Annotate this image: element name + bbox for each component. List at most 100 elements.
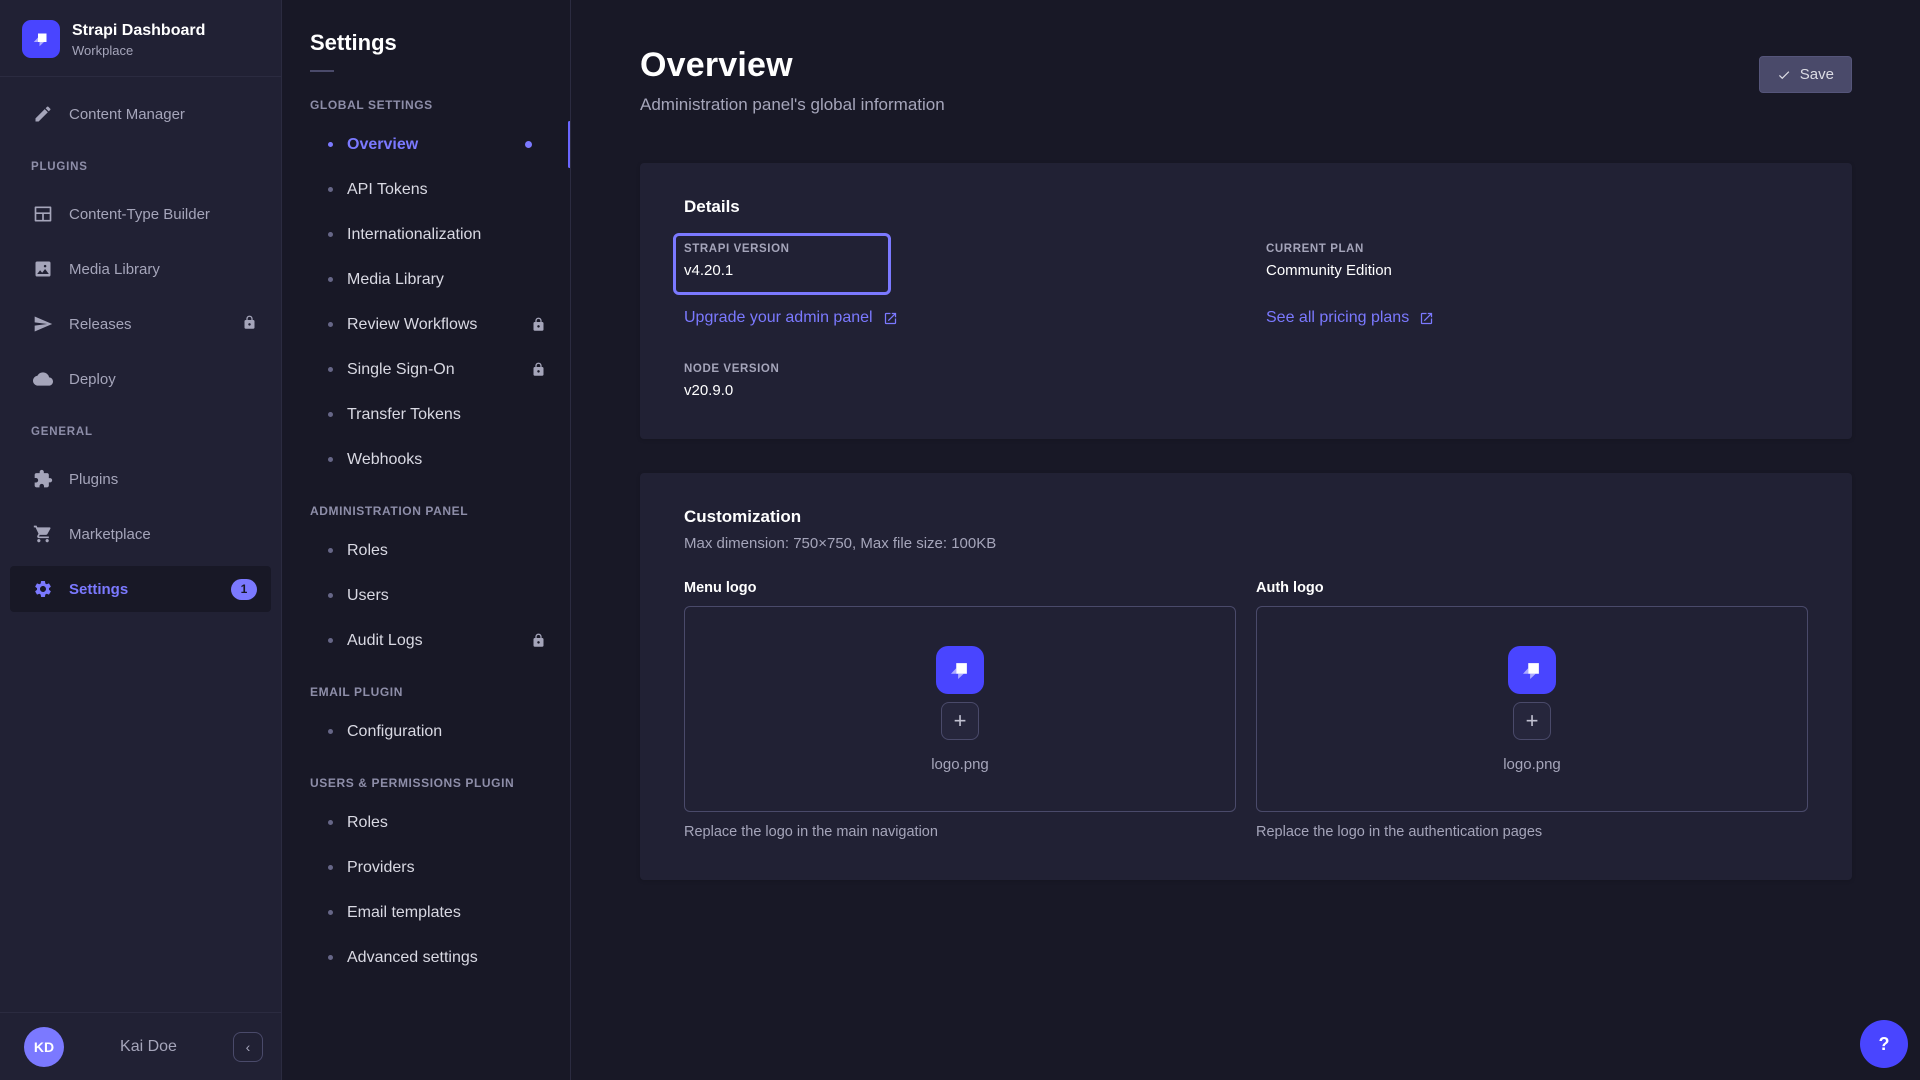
bullet-icon bbox=[328, 322, 333, 327]
sidebar-item-label: Content Manager bbox=[69, 106, 185, 123]
strapi-version-value: v4.20.1 bbox=[684, 262, 790, 279]
add-logo-button[interactable]: + bbox=[941, 702, 979, 740]
subnav-item-label: Review Workflows bbox=[347, 316, 477, 334]
subnav-item-single-sign-on[interactable]: Single Sign-On bbox=[282, 347, 570, 392]
sidebar-section-general: GENERAL bbox=[0, 426, 281, 438]
subnav-item-label: Email templates bbox=[347, 904, 461, 922]
subnav-item-review-workflows[interactable]: Review Workflows bbox=[282, 302, 570, 347]
menu-logo-section: Menu logo + logo.png Replace the logo bbox=[684, 580, 1236, 840]
details-left-column: STRAPI VERSION v4.20.1 Upgrade your admi… bbox=[684, 243, 1226, 399]
bullet-icon bbox=[328, 457, 333, 462]
bullet-icon bbox=[328, 232, 333, 237]
current-plan-value: Community Edition bbox=[1266, 262, 1392, 279]
subnav-item-providers[interactable]: Providers bbox=[282, 845, 570, 890]
subnav-item-roles[interactable]: Roles bbox=[282, 528, 570, 573]
customization-constraints: Max dimension: 750×750, Max file size: 1… bbox=[684, 535, 1808, 552]
sidebar-item-label: Content-Type Builder bbox=[69, 206, 210, 223]
sidebar-item-deploy[interactable]: Deploy bbox=[0, 356, 281, 402]
brand-text: Strapi Dashboard Workplace bbox=[72, 21, 205, 58]
user-name: Kai Doe bbox=[78, 1038, 219, 1056]
subnav-item-audit-logs[interactable]: Audit Logs bbox=[282, 618, 570, 663]
subnav-item-up-roles[interactable]: Roles bbox=[282, 800, 570, 845]
auth-logo-filename: logo.png bbox=[1503, 756, 1561, 773]
collapse-sidebar-button[interactable]: ‹ bbox=[233, 1032, 263, 1062]
pricing-plans-link[interactable]: See all pricing plans bbox=[1266, 309, 1434, 327]
app-nav: Content Manager PLUGINS Content-Type Bui… bbox=[0, 77, 281, 621]
subnav-item-label: Configuration bbox=[347, 723, 442, 741]
page-subtitle: Administration panel's global informatio… bbox=[640, 95, 945, 115]
sidebar-item-label: Deploy bbox=[69, 371, 116, 388]
bullet-icon bbox=[328, 367, 333, 372]
bullet-icon bbox=[328, 548, 333, 553]
details-right-column: CURRENT PLAN Community Edition See all p… bbox=[1266, 243, 1808, 399]
bullet-icon bbox=[328, 820, 333, 825]
details-heading: Details bbox=[684, 197, 1808, 217]
sidebar-item-label: Media Library bbox=[69, 261, 160, 278]
sidebar-item-plugins[interactable]: Plugins bbox=[0, 456, 281, 502]
external-link-icon bbox=[1419, 311, 1434, 326]
sidebar-item-settings[interactable]: Settings 1 bbox=[10, 566, 271, 612]
save-button[interactable]: Save bbox=[1759, 56, 1852, 93]
bullet-icon bbox=[328, 955, 333, 960]
check-icon bbox=[1777, 68, 1791, 82]
sidebar-item-releases[interactable]: Releases bbox=[0, 301, 281, 347]
subnav-item-transfer-tokens[interactable]: Transfer Tokens bbox=[282, 392, 570, 437]
gear-icon bbox=[33, 579, 53, 599]
current-plan-label: CURRENT PLAN bbox=[1266, 243, 1392, 255]
pricing-link-label: See all pricing plans bbox=[1266, 309, 1409, 327]
page-title: Overview bbox=[640, 46, 945, 85]
sidebar-section-plugins: PLUGINS bbox=[0, 161, 281, 173]
subnav-item-configuration[interactable]: Configuration bbox=[282, 709, 570, 754]
strapi-logo-icon bbox=[1508, 646, 1556, 694]
subnav-item-label: Providers bbox=[347, 859, 415, 877]
auth-logo-upload-box[interactable]: + logo.png bbox=[1256, 606, 1808, 812]
lock-icon bbox=[242, 315, 257, 334]
auth-logo-label: Auth logo bbox=[1256, 580, 1808, 596]
add-logo-button[interactable]: + bbox=[1513, 702, 1551, 740]
sidebar-item-marketplace[interactable]: Marketplace bbox=[0, 511, 281, 557]
bullet-icon bbox=[328, 729, 333, 734]
bullet-icon bbox=[328, 187, 333, 192]
page-header: Overview Administration panel's global i… bbox=[640, 0, 1852, 115]
menu-logo-upload-box[interactable]: + logo.png bbox=[684, 606, 1236, 812]
subnav-section-admin-panel: ADMINISTRATION PANEL bbox=[282, 504, 570, 518]
plus-icon: + bbox=[954, 710, 967, 732]
bullet-icon bbox=[328, 277, 333, 282]
bullet-icon bbox=[328, 412, 333, 417]
lock-icon bbox=[531, 633, 546, 648]
subnav-item-advanced-settings[interactable]: Advanced settings bbox=[282, 935, 570, 980]
notification-dot-icon bbox=[525, 141, 532, 148]
subnav-item-media-library[interactable]: Media Library bbox=[282, 257, 570, 302]
chevron-left-icon: ‹ bbox=[246, 1039, 251, 1055]
subnav-item-api-tokens[interactable]: API Tokens bbox=[282, 167, 570, 212]
brand-title: Strapi Dashboard bbox=[72, 21, 205, 41]
strapi-logo-icon bbox=[22, 20, 60, 58]
subnav-item-label: Transfer Tokens bbox=[347, 406, 461, 424]
sidebar-item-label: Releases bbox=[69, 316, 132, 333]
settings-subnav: Settings GLOBAL SETTINGS Overview API To… bbox=[282, 0, 571, 1080]
subnav-item-email-templates[interactable]: Email templates bbox=[282, 890, 570, 935]
help-button[interactable]: ? bbox=[1860, 1020, 1908, 1068]
subnav-section-users-permissions: USERS & PERMISSIONS PLUGIN bbox=[282, 776, 570, 790]
node-version-field: NODE VERSION v20.9.0 bbox=[684, 363, 779, 399]
sidebar-item-media-library[interactable]: Media Library bbox=[0, 246, 281, 292]
subnav-item-webhooks[interactable]: Webhooks bbox=[282, 437, 570, 482]
avatar[interactable]: KD bbox=[24, 1027, 64, 1067]
pencil-icon bbox=[33, 104, 53, 124]
lock-icon bbox=[531, 362, 546, 377]
subnav-section-email-plugin: EMAIL PLUGIN bbox=[282, 685, 570, 699]
sidebar-item-content-type-builder[interactable]: Content-Type Builder bbox=[0, 191, 281, 237]
subnav-item-overview[interactable]: Overview bbox=[282, 122, 570, 167]
sidebar-item-label: Plugins bbox=[69, 471, 118, 488]
external-link-icon bbox=[883, 311, 898, 326]
cloud-icon bbox=[33, 369, 53, 389]
node-version-label: NODE VERSION bbox=[684, 363, 779, 375]
subnav-item-users[interactable]: Users bbox=[282, 573, 570, 618]
save-button-label: Save bbox=[1800, 66, 1834, 83]
plus-icon: + bbox=[1526, 710, 1539, 732]
subnav-item-internationalization[interactable]: Internationalization bbox=[282, 212, 570, 257]
upgrade-admin-panel-link[interactable]: Upgrade your admin panel bbox=[684, 309, 898, 327]
layout-grid-icon bbox=[33, 204, 53, 224]
subnav-item-label: API Tokens bbox=[347, 181, 428, 199]
sidebar-item-content-manager[interactable]: Content Manager bbox=[0, 91, 281, 137]
